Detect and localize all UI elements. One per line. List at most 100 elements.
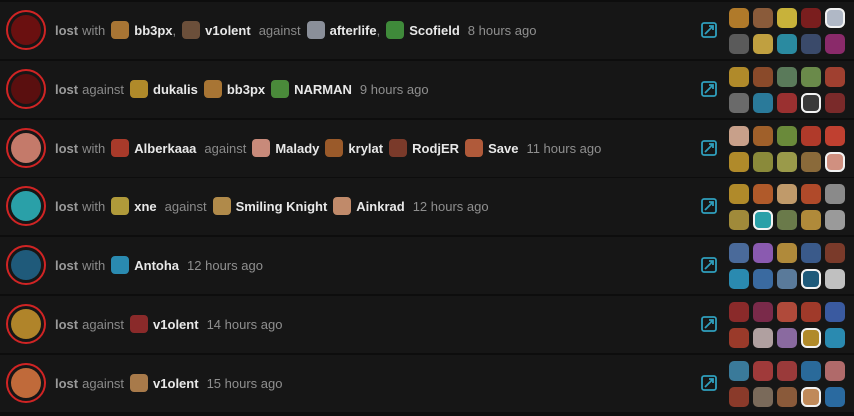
hero-icon[interactable] bbox=[777, 361, 797, 381]
hero-icon[interactable] bbox=[753, 67, 773, 87]
match-row[interactable]: lost against v1olent 15 hours ago bbox=[0, 355, 854, 412]
hero-icon[interactable] bbox=[825, 302, 845, 322]
dotabuff-link-icon[interactable] bbox=[700, 315, 718, 333]
player-name-link[interactable]: afterlife bbox=[330, 23, 377, 38]
hero-icon[interactable] bbox=[753, 8, 773, 28]
hero-icon[interactable] bbox=[825, 126, 845, 146]
hero-icon[interactable] bbox=[729, 328, 749, 348]
hero-icon[interactable] bbox=[753, 328, 773, 348]
player-name-link[interactable]: Antoha bbox=[134, 258, 179, 273]
hero-icon[interactable] bbox=[777, 328, 797, 348]
hero-icon[interactable] bbox=[801, 34, 821, 54]
player-name-link[interactable]: bb3px bbox=[227, 82, 265, 97]
match-row[interactable]: lost against v1olent 14 hours ago bbox=[0, 296, 854, 353]
hero-icon[interactable] bbox=[825, 328, 845, 348]
hero-icon[interactable] bbox=[801, 126, 821, 146]
hero-icon[interactable] bbox=[777, 93, 797, 113]
hero-icon[interactable] bbox=[753, 152, 773, 172]
hero-icon[interactable] bbox=[801, 184, 821, 204]
hero-icon[interactable] bbox=[801, 361, 821, 381]
hero-icon[interactable] bbox=[753, 361, 773, 381]
hero-icon[interactable] bbox=[825, 361, 845, 381]
hero-icon[interactable] bbox=[825, 93, 845, 113]
hero-icon[interactable] bbox=[801, 152, 821, 172]
hero-icon[interactable] bbox=[777, 67, 797, 87]
hero-icon[interactable] bbox=[729, 152, 749, 172]
player-hero-avatar[interactable] bbox=[6, 69, 46, 109]
hero-icon[interactable] bbox=[753, 269, 773, 289]
hero-icon[interactable] bbox=[729, 184, 749, 204]
hero-icon[interactable] bbox=[753, 126, 773, 146]
hero-icon[interactable] bbox=[777, 210, 797, 230]
hero-icon[interactable] bbox=[753, 387, 773, 407]
hero-icon[interactable] bbox=[753, 243, 773, 263]
player-name-link[interactable]: RodjER bbox=[412, 141, 459, 156]
hero-icon[interactable] bbox=[777, 8, 797, 28]
hero-icon[interactable] bbox=[729, 34, 749, 54]
hero-icon[interactable] bbox=[825, 8, 845, 28]
player-name-link[interactable]: v1olent bbox=[153, 317, 199, 332]
hero-icon[interactable] bbox=[825, 210, 845, 230]
hero-icon[interactable] bbox=[801, 269, 821, 289]
hero-icon[interactable] bbox=[729, 67, 749, 87]
player-name-link[interactable]: Malady bbox=[275, 141, 319, 156]
hero-icon[interactable] bbox=[801, 93, 821, 113]
player-hero-avatar[interactable] bbox=[6, 128, 46, 168]
hero-icon[interactable] bbox=[825, 67, 845, 87]
hero-icon[interactable] bbox=[801, 67, 821, 87]
hero-icon[interactable] bbox=[777, 387, 797, 407]
match-row[interactable]: lost with xne against Smiling Knight Ainkrad 1… bbox=[0, 178, 854, 235]
hero-icon[interactable] bbox=[825, 269, 845, 289]
player-name-link[interactable]: Save bbox=[488, 141, 518, 156]
hero-icon[interactable] bbox=[729, 361, 749, 381]
hero-icon[interactable] bbox=[801, 328, 821, 348]
hero-icon[interactable] bbox=[729, 269, 749, 289]
hero-icon[interactable] bbox=[729, 210, 749, 230]
player-hero-avatar[interactable] bbox=[6, 186, 46, 226]
player-name-link[interactable]: krylat bbox=[348, 141, 383, 156]
hero-icon[interactable] bbox=[729, 93, 749, 113]
hero-icon[interactable] bbox=[777, 269, 797, 289]
player-name-link[interactable]: Smiling Knight bbox=[236, 199, 328, 214]
dotabuff-link-icon[interactable] bbox=[700, 139, 718, 157]
dotabuff-link-icon[interactable] bbox=[700, 197, 718, 215]
match-row[interactable]: lost against dukalis bb3px NARMAN 9 hours ago bbox=[0, 61, 854, 118]
hero-icon[interactable] bbox=[777, 184, 797, 204]
hero-icon[interactable] bbox=[801, 8, 821, 28]
hero-icon[interactable] bbox=[753, 210, 773, 230]
hero-icon[interactable] bbox=[753, 34, 773, 54]
hero-icon[interactable] bbox=[729, 243, 749, 263]
hero-icon[interactable] bbox=[729, 126, 749, 146]
hero-icon[interactable] bbox=[777, 243, 797, 263]
player-name-link[interactable]: NARMAN bbox=[294, 82, 352, 97]
hero-icon[interactable] bbox=[801, 302, 821, 322]
player-name-link[interactable]: v1olent bbox=[153, 376, 199, 391]
player-hero-avatar[interactable] bbox=[6, 304, 46, 344]
hero-icon[interactable] bbox=[825, 152, 845, 172]
player-hero-avatar[interactable] bbox=[6, 245, 46, 285]
dotabuff-link-icon[interactable] bbox=[700, 256, 718, 274]
hero-icon[interactable] bbox=[825, 34, 845, 54]
player-name-link[interactable]: xne bbox=[134, 199, 156, 214]
player-name-link[interactable]: dukalis bbox=[153, 82, 198, 97]
match-row[interactable]: lost with bb3px, v1olent against afterlife, Sc… bbox=[0, 2, 854, 59]
hero-icon[interactable] bbox=[801, 387, 821, 407]
player-name-link[interactable]: bb3px bbox=[134, 23, 172, 38]
hero-icon[interactable] bbox=[777, 126, 797, 146]
hero-icon[interactable] bbox=[777, 34, 797, 54]
hero-icon[interactable] bbox=[825, 243, 845, 263]
hero-icon[interactable] bbox=[801, 243, 821, 263]
hero-icon[interactable] bbox=[825, 387, 845, 407]
hero-icon[interactable] bbox=[801, 210, 821, 230]
player-hero-avatar[interactable] bbox=[6, 10, 46, 50]
hero-icon[interactable] bbox=[753, 302, 773, 322]
dotabuff-link-icon[interactable] bbox=[700, 374, 718, 392]
hero-icon[interactable] bbox=[825, 184, 845, 204]
player-name-link[interactable]: Ainkrad bbox=[356, 199, 404, 214]
player-name-link[interactable]: Alberkaaa bbox=[134, 141, 196, 156]
match-row[interactable]: lost with Alberkaaa against Malady krylat Rodj… bbox=[0, 120, 854, 177]
hero-icon[interactable] bbox=[753, 93, 773, 113]
hero-icon[interactable] bbox=[729, 387, 749, 407]
player-hero-avatar[interactable] bbox=[6, 363, 46, 403]
dotabuff-link-icon[interactable] bbox=[700, 21, 718, 39]
